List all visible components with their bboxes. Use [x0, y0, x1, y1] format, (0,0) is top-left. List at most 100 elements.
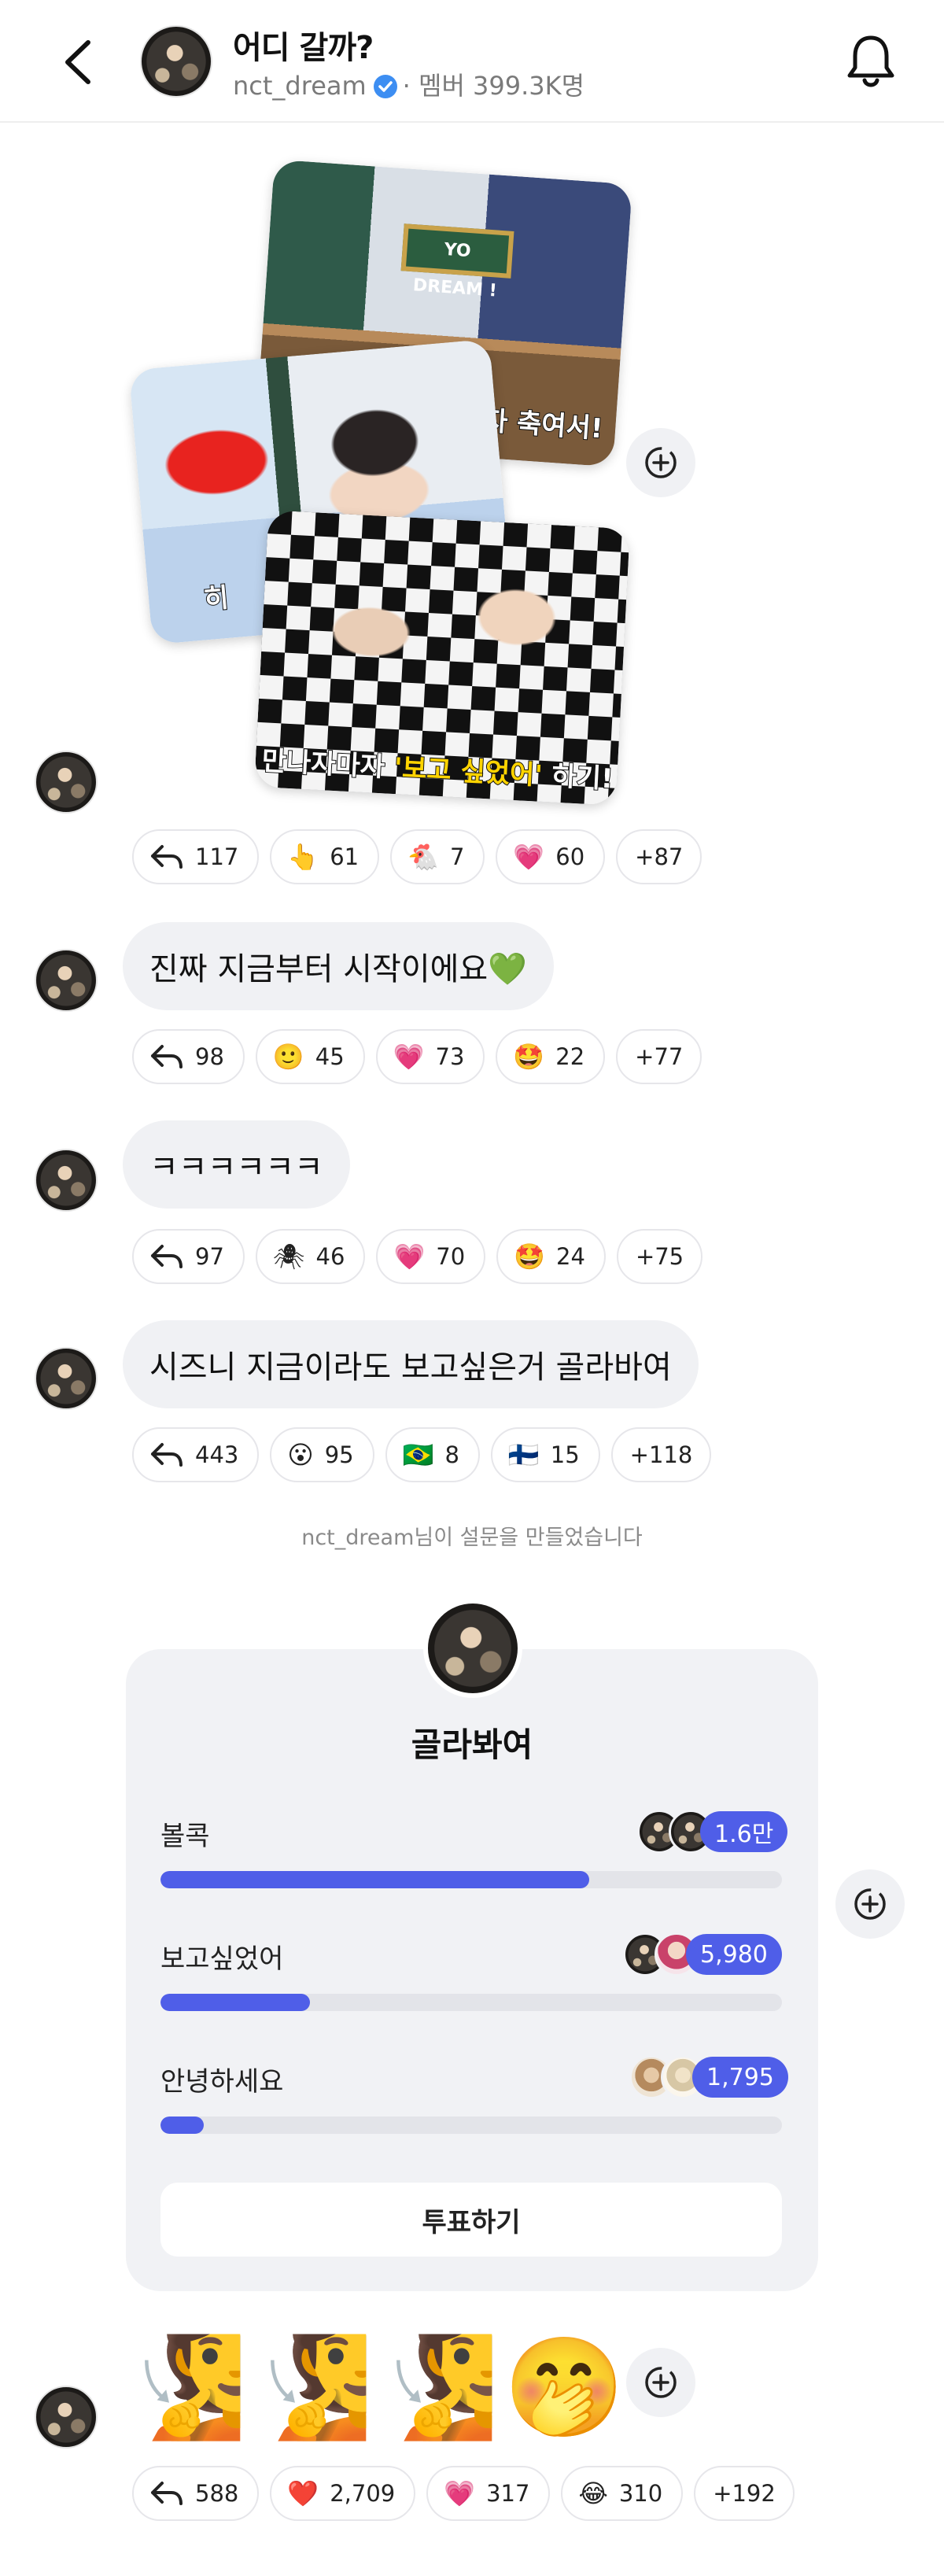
- pointing-up-emoji: 👆: [287, 842, 319, 872]
- reaction-chip[interactable]: 💗 70: [376, 1229, 486, 1284]
- chat-header: 어디 갈까? nct_dream · 멤버 399.3K명: [0, 0, 944, 123]
- chat-subtitle: nct_dream · 멤버 399.3K명: [233, 66, 584, 102]
- reaction-chip[interactable]: 🤩 22: [496, 1029, 606, 1084]
- system-notice: nct_dream님이 설문을 만들었습니다: [301, 1526, 643, 1550]
- reaction-chip[interactable]: 😮 95: [270, 1427, 374, 1482]
- reply-chip[interactable]: 443: [132, 1427, 260, 1482]
- chicken-emoji: 🐔: [407, 842, 439, 872]
- share-icon: [645, 447, 677, 478]
- poll-bar-fill: [160, 1994, 310, 2011]
- verified-badge-icon: [373, 75, 397, 98]
- message-bubble[interactable]: 진짜 지금부터 시작이에요💚: [123, 922, 555, 1010]
- sender-avatar[interactable]: [35, 1347, 98, 1410]
- back-arrow-icon[interactable]: [57, 35, 104, 90]
- reaction-row: 97 🕷 46 💗 70 🤩 24 +75: [132, 1229, 703, 1284]
- heart-emoji: 💗: [393, 1242, 426, 1271]
- channel-avatar[interactable]: [140, 25, 212, 98]
- vote-button[interactable]: 투표하기: [160, 2183, 782, 2257]
- poll-option-label[interactable]: 보고싶었어: [160, 1937, 283, 1976]
- photo-caption: 히: [202, 581, 231, 617]
- message-bubble[interactable]: ㅋㅋㅋㅋㅋㅋ: [123, 1120, 350, 1209]
- more-reactions-chip[interactable]: +75: [616, 1229, 703, 1284]
- poll-title: 골라봐여: [411, 1725, 533, 1764]
- reaction-chip[interactable]: 💗 317: [426, 2466, 551, 2521]
- reaction-chip[interactable]: 🤩 24: [496, 1229, 606, 1284]
- hand-over-mouth-emoji: 🤭: [503, 2331, 625, 2445]
- heart-emoji: 💗: [393, 1042, 425, 1072]
- share-icon: [645, 2367, 677, 2398]
- share-button[interactable]: [835, 1869, 905, 1939]
- photo-caption: 자 축여서!: [481, 404, 605, 446]
- finland-flag-emoji: 🇫🇮: [507, 1440, 540, 1470]
- reaction-row: 588 ❤️ 2,709 💗 317 😂 310 +192: [132, 2466, 795, 2521]
- sender-avatar[interactable]: [35, 751, 98, 814]
- reaction-chip[interactable]: 🙂 45: [255, 1029, 365, 1084]
- more-reactions-chip[interactable]: +87: [616, 829, 702, 884]
- brazil-flag-emoji: 🇧🇷: [402, 1440, 434, 1470]
- sender-avatar[interactable]: [35, 2386, 98, 2449]
- deaf-person-emoji: 🧏: [126, 2331, 248, 2445]
- reaction-chip[interactable]: 🇧🇷 8: [385, 1427, 480, 1482]
- vote-count-badge: 1,795: [692, 2057, 788, 2098]
- reply-chip[interactable]: 117: [132, 829, 260, 884]
- poll-option-label[interactable]: 안녕하세요: [160, 2060, 283, 2098]
- reaction-chip[interactable]: 🇫🇮 15: [490, 1427, 600, 1482]
- poll-bar-fill: [160, 2117, 205, 2134]
- reaction-row: 117 👆 61 🐔 7 💗 60 +87: [132, 829, 702, 884]
- reply-chip[interactable]: 98: [132, 1029, 245, 1084]
- laughing-tears-emoji: 😂: [578, 2478, 608, 2508]
- chat-title: 어디 갈까?: [233, 30, 374, 66]
- surprised-emoji: 😮: [287, 1440, 314, 1470]
- bell-icon[interactable]: [843, 31, 898, 91]
- poll-voters: 5,980: [623, 1932, 782, 1976]
- vote-count-badge: 5,980: [686, 1934, 782, 1975]
- reaction-chip[interactable]: 😂 310: [561, 2466, 684, 2521]
- reaction-chip[interactable]: 🐔 7: [390, 829, 485, 884]
- sticker-message[interactable]: 🧏 🧏 🧏 🤭: [126, 2329, 625, 2447]
- reply-icon: [151, 1045, 183, 1068]
- reply-icon: [151, 1245, 183, 1268]
- reaction-chip[interactable]: 💗 60: [496, 829, 606, 884]
- channel-name[interactable]: nct_dream: [233, 71, 367, 101]
- photo-3[interactable]: 만나자마자 '보고 싶었어' 하기!: [254, 510, 630, 806]
- deaf-person-emoji: 🧏: [378, 2331, 500, 2445]
- poll-bar[interactable]: [160, 1994, 782, 2011]
- reaction-chip[interactable]: 🕷 46: [255, 1229, 366, 1284]
- reply-icon: [151, 1443, 183, 1467]
- reply-chip[interactable]: 588: [132, 2466, 260, 2521]
- reaction-chip[interactable]: ❤️ 2,709: [270, 2466, 416, 2521]
- reply-icon: [151, 2482, 183, 2505]
- heart-emoji: 💗: [513, 842, 545, 872]
- more-reactions-chip[interactable]: +192: [694, 2466, 795, 2521]
- reaction-chip[interactable]: 💗 73: [375, 1029, 485, 1084]
- star-struck-emoji: 🤩: [514, 1242, 546, 1271]
- poll-bar[interactable]: [160, 1871, 782, 1888]
- heart-emoji: 💗: [444, 2478, 476, 2508]
- photo-caption: 만나자마자 '보고 싶었어' 하기!: [260, 744, 615, 795]
- slight-smile-emoji: 🙂: [272, 1042, 304, 1072]
- reaction-row: 443 😮 95 🇧🇷 8 🇫🇮 15 +118: [132, 1427, 712, 1482]
- member-count: · 멤버 399.3K명: [402, 71, 585, 101]
- more-reactions-chip[interactable]: +77: [616, 1029, 702, 1084]
- spider-emoji: 🕷: [272, 1242, 305, 1271]
- sender-avatar[interactable]: [35, 949, 98, 1012]
- poll-bar[interactable]: [160, 2117, 782, 2134]
- reply-icon: [151, 845, 183, 869]
- poll-option-label[interactable]: 볼콕: [160, 1814, 210, 1853]
- deaf-person-emoji: 🧏: [252, 2331, 374, 2445]
- poll-creator-avatar[interactable]: [423, 1599, 522, 1698]
- poll-voters: 1.6만: [637, 1810, 788, 1854]
- poll-voters: 1,795: [629, 2055, 788, 2099]
- more-reactions-chip[interactable]: +118: [610, 1427, 712, 1482]
- reaction-chip[interactable]: 👆 61: [270, 829, 380, 884]
- share-icon: [854, 1888, 886, 1920]
- share-button[interactable]: [626, 428, 695, 497]
- photo-sign-text: YO DREAM !: [400, 223, 514, 301]
- share-button[interactable]: [626, 2348, 695, 2417]
- vote-count-badge: 1.6만: [700, 1811, 788, 1852]
- message-bubble[interactable]: 시즈니 지금이라도 보고싶은거 골라바여: [123, 1320, 699, 1408]
- sender-avatar[interactable]: [35, 1149, 98, 1212]
- poll-bar-fill: [160, 1871, 590, 1888]
- star-struck-emoji: 🤩: [513, 1042, 545, 1072]
- reply-chip[interactable]: 97: [132, 1229, 245, 1284]
